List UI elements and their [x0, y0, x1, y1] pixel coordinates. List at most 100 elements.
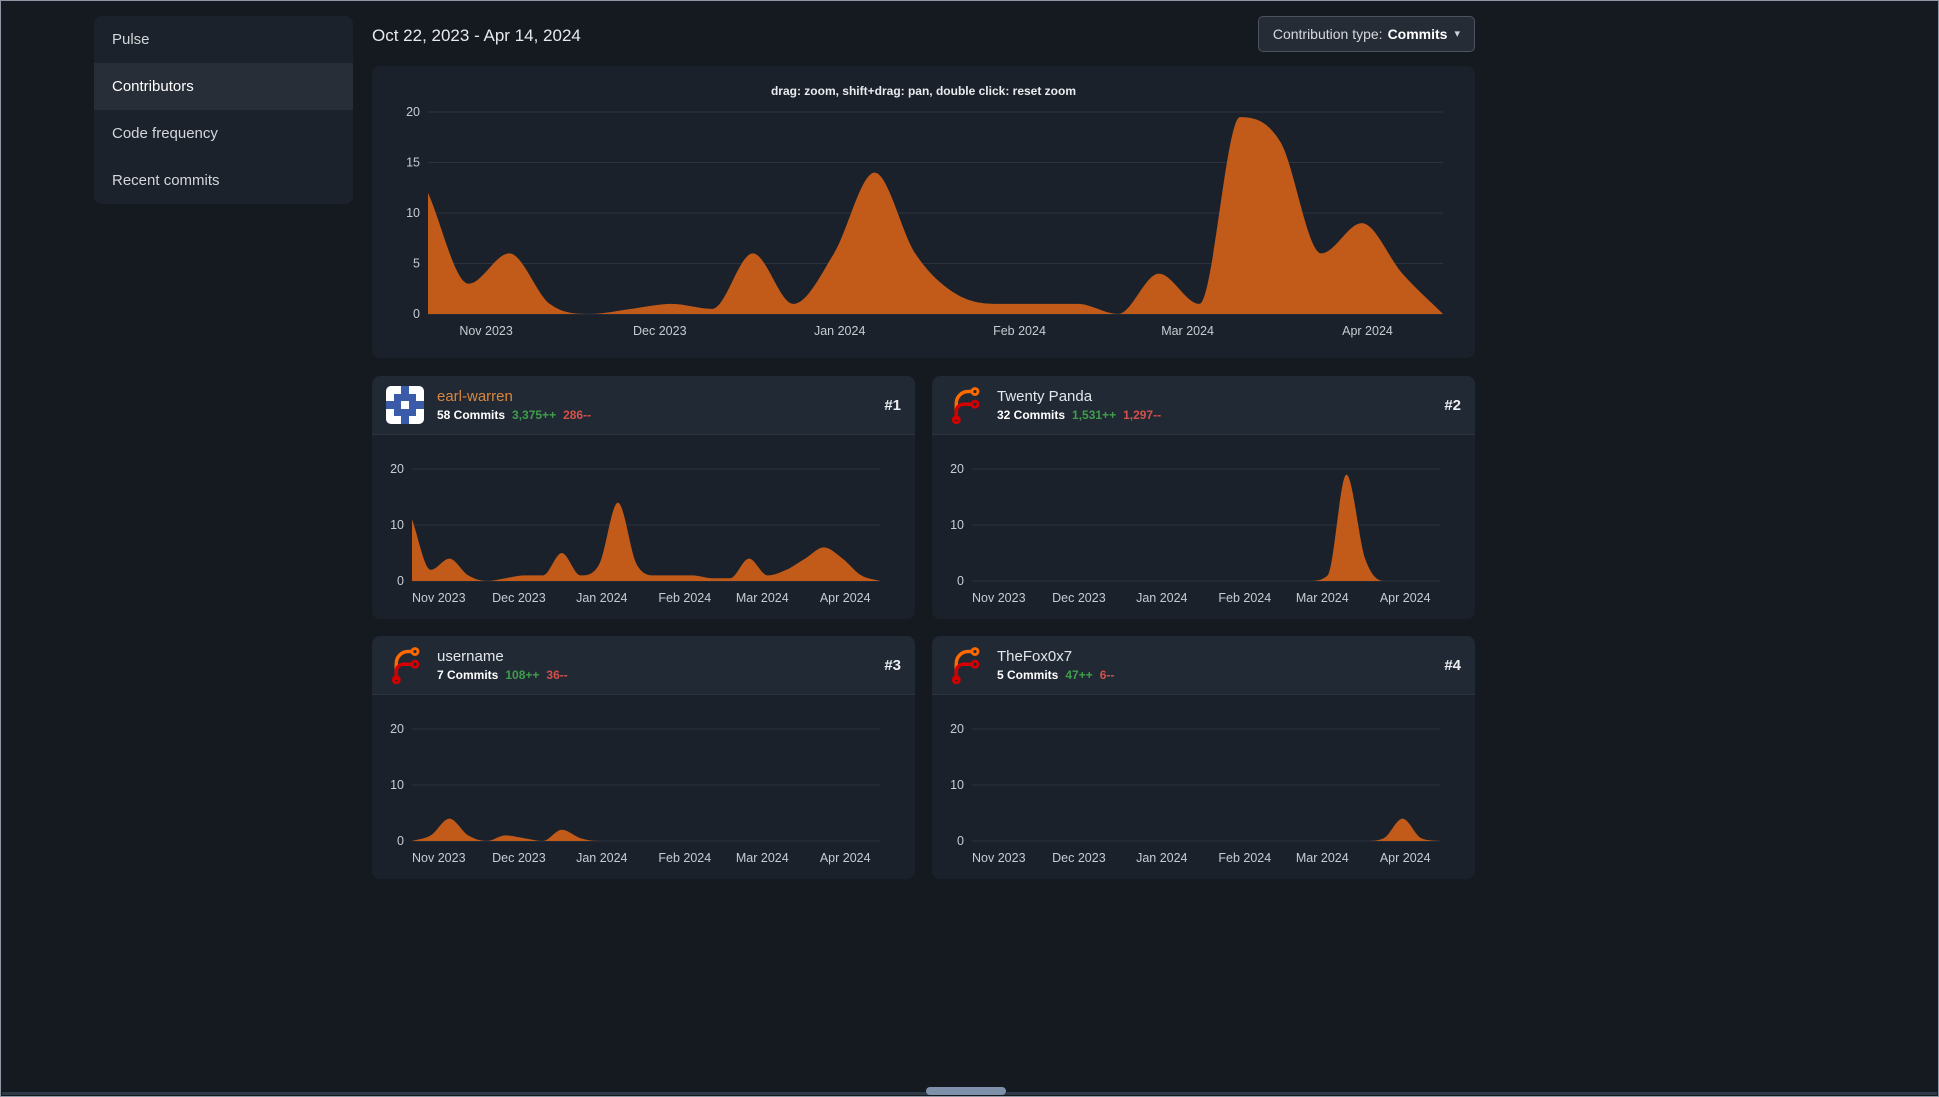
date-range: Oct 22, 2023 - Apr 14, 2024 — [372, 26, 581, 45]
sidebar-item-pulse[interactable]: Pulse — [94, 16, 353, 63]
deletions-count: 1,297-- — [1123, 408, 1162, 422]
contribution-type-button[interactable]: Contribution type: Commits ▾ — [1257, 16, 1475, 52]
contributor-rank: #4 — [1444, 656, 1461, 674]
svg-text:Apr 2024: Apr 2024 — [1380, 851, 1431, 865]
svg-text:20: 20 — [406, 105, 420, 119]
svg-text:Feb 2024: Feb 2024 — [1218, 851, 1271, 865]
svg-text:Nov 2023: Nov 2023 — [412, 851, 466, 865]
svg-text:Jan 2024: Jan 2024 — [814, 324, 865, 338]
svg-text:Jan 2024: Jan 2024 — [1136, 591, 1187, 605]
sidebar-item-recent-commits[interactable]: Recent commits — [94, 157, 353, 204]
forgejo-logo-icon — [391, 647, 420, 684]
svg-text:0: 0 — [397, 834, 404, 848]
contributor-chart-wrap: 0 10 20 Nov 2023 Dec 2023 Jan 2024 Feb 2024 Mar… — [372, 435, 915, 619]
contributor-name: Twenty Panda — [997, 388, 1093, 405]
contributor-card-2: Twenty Panda 32 Commits 1,531++ 1,297-- … — [932, 376, 1475, 619]
contributor-stats: 58 Commits 3,375++ 286-- — [437, 408, 591, 422]
svg-text:20: 20 — [390, 462, 404, 476]
svg-text:Dec 2023: Dec 2023 — [492, 851, 546, 865]
deletions-count: 6-- — [1099, 668, 1115, 682]
svg-text:0: 0 — [957, 574, 964, 588]
svg-text:0: 0 — [957, 834, 964, 848]
contributor-info: Twenty Panda 32 Commits 1,531++ 1,297-- — [997, 388, 1161, 422]
contributor-avatar — [946, 386, 984, 424]
contributor-activity-chart[interactable]: 0 10 20 Nov 2023 Dec 2023 Jan 2024 Feb 2024 Mar… — [378, 461, 894, 613]
sidebar-item-code-frequency[interactable]: Code frequency — [94, 110, 353, 157]
forgejo-logo-icon — [951, 387, 980, 424]
svg-text:Dec 2023: Dec 2023 — [633, 324, 687, 338]
horizontal-scrollbar-thumb[interactable] — [926, 1087, 1006, 1095]
contributor-name: username — [437, 648, 504, 665]
contributor-activity-chart[interactable]: 0 10 20 Nov 2023 Dec 2023 Jan 2024 Feb 2024 Mar… — [938, 461, 1454, 613]
contributor-activity-chart[interactable]: 0 10 20 Nov 2023 Dec 2023 Jan 2024 Feb 2024 Mar… — [378, 721, 894, 873]
svg-text:Jan 2024: Jan 2024 — [576, 591, 627, 605]
contributor-info: username 7 Commits 108++ 36-- — [437, 648, 568, 682]
sidebar-item-contributors[interactable]: Contributors — [94, 63, 353, 110]
commit-count: 58 Commits — [437, 408, 506, 422]
svg-text:0: 0 — [397, 574, 404, 588]
svg-text:10: 10 — [390, 518, 404, 532]
svg-text:Apr 2024: Apr 2024 — [1342, 324, 1393, 338]
svg-text:Nov 2023: Nov 2023 — [412, 591, 466, 605]
contributor-stats: 5 Commits 47++ 6-- — [997, 668, 1114, 682]
svg-text:Nov 2023: Nov 2023 — [972, 851, 1026, 865]
contributor-card-header: TheFox0x7 5 Commits 47++ 6-- #4 — [932, 636, 1475, 695]
contributor-info: TheFox0x7 5 Commits 47++ 6-- — [997, 648, 1114, 682]
contributor-rank: #2 — [1444, 396, 1461, 414]
svg-text:Jan 2024: Jan 2024 — [1136, 851, 1187, 865]
svg-text:Feb 2024: Feb 2024 — [993, 324, 1046, 338]
commit-count: 32 Commits — [997, 408, 1066, 422]
svg-text:20: 20 — [950, 462, 964, 476]
contribution-type-label: Contribution type: — [1272, 26, 1383, 42]
svg-text:Dec 2023: Dec 2023 — [492, 591, 546, 605]
svg-text:Mar 2024: Mar 2024 — [736, 591, 789, 605]
additions-count: 108++ — [505, 668, 540, 682]
contributors-page: Pulse Contributors Code frequency Recent… — [1, 1, 1938, 879]
contributor-activity-chart[interactable]: 0 10 20 Nov 2023 Dec 2023 Jan 2024 Feb 2024 Mar… — [938, 721, 1454, 873]
svg-text:Nov 2023: Nov 2023 — [972, 591, 1026, 605]
contributor-name-link[interactable]: earl-warren — [437, 388, 591, 405]
contributor-chart-wrap: 0 10 20 Nov 2023 Dec 2023 Jan 2024 Feb 2024 Mar… — [372, 695, 915, 879]
contributor-card-1: earl-warren 58 Commits 3,375++ 286-- #1 … — [372, 376, 915, 619]
svg-text:0: 0 — [413, 307, 420, 321]
svg-text:Feb 2024: Feb 2024 — [1218, 591, 1271, 605]
svg-text:Mar 2024: Mar 2024 — [1161, 324, 1214, 338]
svg-text:Jan 2024: Jan 2024 — [576, 851, 627, 865]
contributor-rank: #3 — [884, 656, 901, 674]
contributor-stats: 7 Commits 108++ 36-- — [437, 668, 568, 682]
svg-text:Mar 2024: Mar 2024 — [1296, 591, 1349, 605]
contributor-card-header: Twenty Panda 32 Commits 1,531++ 1,297-- … — [932, 376, 1475, 435]
svg-text:Feb 2024: Feb 2024 — [658, 591, 711, 605]
svg-text:Apr 2024: Apr 2024 — [820, 851, 871, 865]
contributor-card-4: TheFox0x7 5 Commits 47++ 6-- #4 0 10 20 Nov… — [932, 636, 1475, 879]
svg-text:Mar 2024: Mar 2024 — [736, 851, 789, 865]
contribution-type-value: Commits — [1387, 26, 1448, 42]
contributor-chart-wrap: 0 10 20 Nov 2023 Dec 2023 Jan 2024 Feb 2024 Mar… — [932, 435, 1475, 619]
svg-text:Apr 2024: Apr 2024 — [1380, 591, 1431, 605]
svg-text:Dec 2023: Dec 2023 — [1052, 591, 1106, 605]
activity-sidebar: Pulse Contributors Code frequency Recent… — [94, 16, 353, 204]
page-header: Oct 22, 2023 - Apr 14, 2024 Contribution… — [372, 16, 1475, 52]
svg-text:10: 10 — [390, 778, 404, 792]
contributor-name: TheFox0x7 — [997, 648, 1073, 665]
svg-text:Feb 2024: Feb 2024 — [658, 851, 711, 865]
overall-activity-card: drag: zoom, shift+drag: pan, double clic… — [372, 66, 1475, 358]
additions-count: 1,531++ — [1072, 408, 1117, 422]
svg-text:20: 20 — [390, 722, 404, 736]
contributor-card-header: earl-warren 58 Commits 3,375++ 286-- #1 — [372, 376, 915, 435]
commit-count: 7 Commits — [437, 668, 499, 682]
contributor-info: earl-warren 58 Commits 3,375++ 286-- — [437, 388, 591, 422]
app-window: Pulse Contributors Code frequency Recent… — [0, 0, 1939, 1097]
svg-text:15: 15 — [406, 156, 420, 170]
overall-activity-chart[interactable]: 0 5 10 15 20 Nov 2023 Dec 2023 Jan 2024 Feb 2024… — [386, 102, 1461, 354]
additions-count: 47++ — [1065, 668, 1093, 682]
contributor-card-header: username 7 Commits 108++ 36-- #3 — [372, 636, 915, 695]
svg-text:Mar 2024: Mar 2024 — [1296, 851, 1349, 865]
svg-text:20: 20 — [950, 722, 964, 736]
svg-text:5: 5 — [413, 257, 420, 271]
contributor-avatar[interactable] — [386, 386, 424, 424]
contributor-avatar — [946, 646, 984, 684]
contributor-rank: #1 — [884, 396, 901, 414]
deletions-count: 36-- — [546, 668, 568, 682]
commit-count: 5 Commits — [997, 668, 1059, 682]
